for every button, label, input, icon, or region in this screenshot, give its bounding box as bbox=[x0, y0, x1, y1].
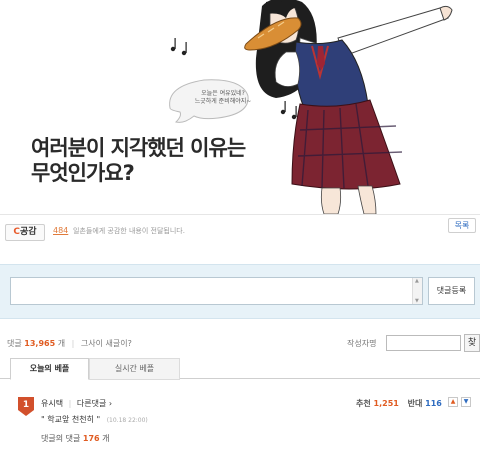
submit-comment-button[interactable]: 댓글등록 bbox=[428, 277, 475, 305]
author-search-button[interactable]: 찾 bbox=[464, 334, 480, 352]
comment-scrollbar[interactable]: ▲ ▼ bbox=[412, 278, 422, 304]
rank-number: 1 bbox=[22, 400, 30, 410]
speech-bubble-text: 오늘은 여유있네? 느긋하게 준비해야지~ bbox=[188, 90, 258, 106]
oppose-label: 반대 bbox=[407, 399, 423, 408]
scroll-down-icon[interactable]: ▼ bbox=[415, 298, 419, 304]
replies-unit: 개 bbox=[102, 434, 110, 443]
vote-counts: 추천 1,251 반대 116 bbox=[356, 398, 442, 409]
like-button-label: 공감 bbox=[20, 227, 37, 237]
comment-count-unit: 개 bbox=[57, 339, 66, 348]
speech-line-1: 오늘은 여유있네? bbox=[201, 90, 245, 97]
tab-today-best[interactable]: 오늘의 베플 bbox=[10, 358, 89, 380]
divider: | bbox=[68, 399, 72, 408]
comment-count-row: 댓글 13,965 개 | 그사이 새글이? bbox=[7, 338, 132, 349]
comment-author-row: 유시택 | 다른댓글 › bbox=[41, 398, 112, 409]
recommend-count: 1,251 bbox=[373, 399, 399, 408]
comment-count: 13,965 bbox=[24, 339, 56, 348]
new-comments-link[interactable]: 그사이 새글이? bbox=[81, 339, 132, 348]
thumb-up-arrow-icon[interactable]: ▲ bbox=[448, 397, 458, 407]
like-count[interactable]: 484 bbox=[53, 226, 68, 235]
comment-body: " 학교앞 천천히 " (10.18 22:00) bbox=[41, 414, 148, 425]
scroll-up-icon[interactable]: ▲ bbox=[415, 278, 419, 284]
comment-replies[interactable]: 댓글의 댓글 176 개 bbox=[41, 433, 110, 444]
recommend-label: 추천 bbox=[356, 399, 371, 408]
replies-label: 댓글의 댓글 bbox=[41, 434, 81, 443]
comment-count-prefix: 댓글 bbox=[7, 339, 22, 348]
divider: | bbox=[71, 339, 75, 348]
tab-realtime-best[interactable]: 실시간 베플 bbox=[89, 358, 180, 380]
oppose-count: 116 bbox=[425, 399, 442, 408]
headline-line-1: 여러분이 지각했던 이유는 bbox=[31, 136, 246, 160]
illustration-banner: 오늘은 여유있네? 느긋하게 준비해야지~ 여러분이 지각했던 이유는 무엇인가… bbox=[0, 0, 480, 214]
author-search-label: 작성자명 bbox=[347, 339, 377, 348]
comment-timestamp: (10.18 22:00) bbox=[106, 417, 148, 424]
like-bar: C공감 bbox=[0, 214, 480, 248]
other-comments-link[interactable]: 다른댓글 › bbox=[77, 399, 112, 408]
headline: 여러분이 지각했던 이유는 무엇인가요? bbox=[31, 136, 246, 186]
speech-line-2: 느긋하게 준비해야지~ bbox=[194, 98, 252, 105]
comment-text: " 학교앞 천천히 " bbox=[41, 415, 101, 424]
replies-count: 176 bbox=[82, 434, 100, 443]
list-button[interactable]: 목록 bbox=[448, 218, 476, 233]
like-description: 일촌들에게 공감한 내용이 전달됩니다. bbox=[73, 227, 185, 235]
comment-tabs: 오늘의 베플 실시간 베플 bbox=[0, 358, 480, 380]
comment-textarea[interactable] bbox=[10, 277, 423, 305]
rank-badge-icon: 1 bbox=[18, 397, 34, 416]
author-search-input[interactable] bbox=[386, 335, 461, 351]
headline-line-2: 무엇인가요? bbox=[31, 161, 135, 185]
thumb-down-arrow-icon[interactable]: ▼ bbox=[461, 397, 471, 407]
comment-author[interactable]: 유시택 bbox=[41, 399, 63, 408]
like-button[interactable]: C공감 bbox=[5, 224, 45, 241]
